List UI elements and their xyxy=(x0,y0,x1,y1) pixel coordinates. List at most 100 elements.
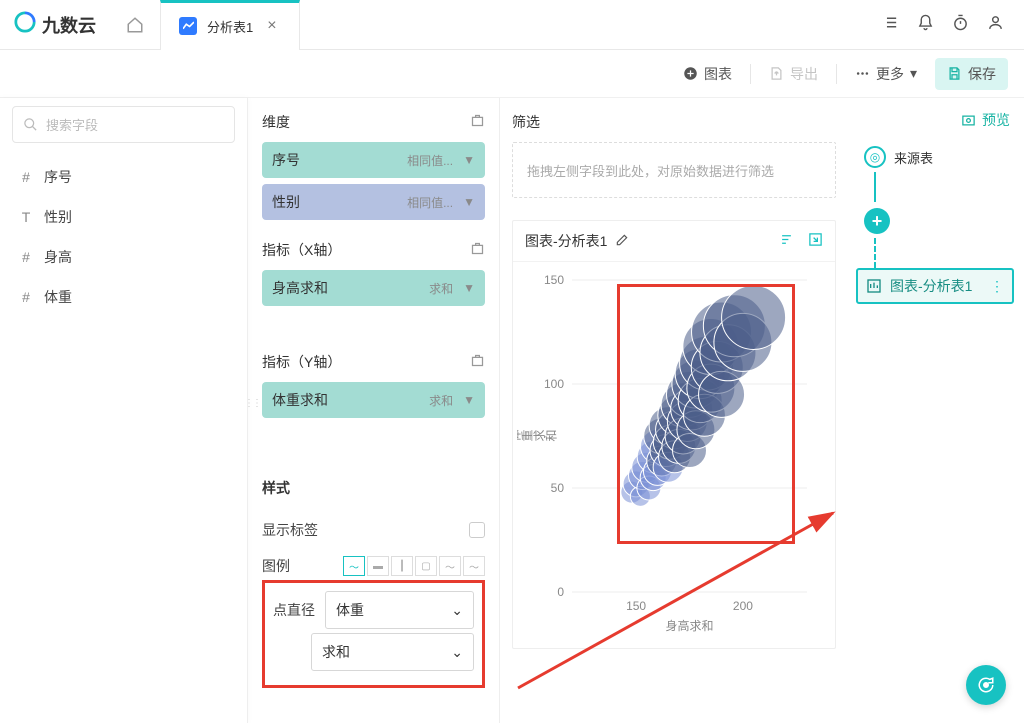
flow-connector xyxy=(874,172,876,202)
chevron-down-icon[interactable]: ▼ xyxy=(463,195,475,209)
dimension-header: 维度 xyxy=(262,112,290,132)
pill-tag: 相同值... xyxy=(407,194,453,211)
field-item[interactable]: #序号 xyxy=(12,157,235,197)
legend-opt-6[interactable]: 〜 xyxy=(463,556,485,576)
edit-icon[interactable] xyxy=(615,233,629,250)
svg-text:100: 100 xyxy=(544,377,564,391)
field-pill[interactable]: 序号 相同值... ▼ xyxy=(262,142,485,178)
tab-close-icon[interactable]: × xyxy=(263,17,280,35)
svg-text:50: 50 xyxy=(551,481,565,495)
pill-label: 序号 xyxy=(272,150,300,170)
filter-dropzone[interactable]: 拖拽左侧字段到此处，对原始数据进行筛选 xyxy=(512,142,836,198)
field-pill[interactable]: 性别 相同值... ▼ xyxy=(262,184,485,220)
add-chart-button[interactable]: 图表 xyxy=(671,58,744,90)
main-layout: 搜索字段 #序号T性别#身高#体重 ⋮⋮ 维度 序号 相同值... ▼性别 相同… xyxy=(0,98,1024,723)
svg-text:150: 150 xyxy=(626,599,646,613)
expand-icon[interactable] xyxy=(808,232,823,251)
preview-link[interactable]: 预览 xyxy=(856,106,1014,140)
radius-field-select[interactable]: 体重 ⌄ xyxy=(325,591,474,629)
svg-text:体重求和: 体重求和 xyxy=(517,429,557,443)
search-input[interactable]: 搜索字段 xyxy=(12,106,235,143)
app-logo[interactable]: 九数云 xyxy=(0,11,110,39)
stopwatch-icon[interactable] xyxy=(952,14,969,36)
flow-panel: 预览 ◎ 来源表 + 图表-分析表1 ⋮ xyxy=(848,98,1024,723)
flow-source-node[interactable]: ◎ 来源表 xyxy=(864,146,1014,168)
xaxis-header: 指标（X轴） xyxy=(262,240,341,260)
pill-label: 体重求和 xyxy=(272,390,328,410)
tab-label: 分析表1 xyxy=(207,17,253,36)
legend-opt-4[interactable]: ▢ xyxy=(415,556,437,576)
legend-opt-5[interactable]: 〜 xyxy=(439,556,461,576)
xaxis-config-icon[interactable] xyxy=(470,241,485,260)
svg-text:身高求和: 身高求和 xyxy=(665,618,713,633)
show-label-label: 显示标签 xyxy=(262,520,318,540)
pill-tag: 求和 xyxy=(429,280,453,297)
home-button[interactable] xyxy=(110,0,160,50)
scatter-plot: 050100150150200身高求和体重求和 xyxy=(517,268,817,638)
field-pill[interactable]: 身高求和 求和 ▼ xyxy=(262,270,485,306)
export-button[interactable]: 导出 xyxy=(757,58,830,90)
help-fab[interactable] xyxy=(966,665,1006,705)
add-chart-label: 图表 xyxy=(704,64,732,84)
config-panel: ⋮⋮ 维度 序号 相同值... ▼性别 相同值... ▼ 指标（X轴） 身高求和 xyxy=(248,98,500,723)
flow-chart-label: 图表-分析表1 xyxy=(890,276,972,296)
search-placeholder: 搜索字段 xyxy=(46,115,98,134)
chart-node-icon xyxy=(866,278,882,294)
chevron-down-icon: ⌄ xyxy=(451,644,463,661)
chart-card: 图表-分析表1 050100150150200身高求和体重求和 xyxy=(512,220,836,649)
chart-title: 图表-分析表1 xyxy=(525,231,607,251)
legend-opt-3[interactable]: ┃ xyxy=(391,556,413,576)
bell-icon[interactable] xyxy=(917,14,934,36)
radius-field-value: 体重 xyxy=(336,600,364,620)
field-pill[interactable]: 体重求和 求和 ▼ xyxy=(262,382,485,418)
app-name: 九数云 xyxy=(42,12,96,38)
svg-text:150: 150 xyxy=(544,273,564,287)
tab-analysis-1[interactable]: 分析表1 × xyxy=(160,0,300,50)
legend-opt-2[interactable]: ▬ xyxy=(367,556,389,576)
show-label-checkbox[interactable] xyxy=(469,522,485,538)
list-icon[interactable] xyxy=(882,14,899,36)
chevron-down-icon: ▾ xyxy=(910,65,917,82)
chart-area: 050100150150200身高求和体重求和 xyxy=(513,262,835,648)
radius-agg-select[interactable]: 求和 ⌄ xyxy=(311,633,474,671)
legend-opt-1[interactable]: 〜 xyxy=(343,556,365,576)
node-menu-icon[interactable]: ⋮ xyxy=(990,278,1004,295)
chevron-down-icon[interactable]: ▼ xyxy=(463,153,475,167)
flow-connector-dash xyxy=(874,238,876,268)
target-icon: ◎ xyxy=(864,146,886,168)
save-label: 保存 xyxy=(968,64,996,84)
yaxis-config-icon[interactable] xyxy=(470,353,485,372)
filter-placeholder: 拖拽左侧字段到此处，对原始数据进行筛选 xyxy=(527,161,774,180)
drag-handle-icon[interactable]: ⋮⋮ xyxy=(248,398,260,409)
chevron-down-icon[interactable]: ▼ xyxy=(463,393,475,407)
filter-header: 筛选 xyxy=(512,106,836,142)
dimension-config-icon[interactable] xyxy=(470,113,485,132)
save-button[interactable]: 保存 xyxy=(935,58,1008,90)
divider xyxy=(836,64,837,84)
pill-tag: 求和 xyxy=(429,392,453,409)
fields-panel: 搜索字段 #序号T性别#身高#体重 xyxy=(0,98,248,723)
preview-link-label: 预览 xyxy=(982,110,1010,130)
chevron-down-icon: ⌄ xyxy=(451,602,463,619)
add-node-button[interactable]: + xyxy=(864,208,890,234)
user-icon[interactable] xyxy=(987,14,1004,36)
logo-mark-icon xyxy=(14,11,36,39)
field-item[interactable]: T性别 xyxy=(12,197,235,237)
pill-label: 性别 xyxy=(272,192,300,212)
sort-icon[interactable] xyxy=(779,232,794,251)
more-label: 更多 xyxy=(876,64,904,84)
field-label: 身高 xyxy=(44,247,72,267)
radius-label: 点直径 xyxy=(273,600,315,620)
top-icon-group xyxy=(882,14,1024,36)
field-item[interactable]: #身高 xyxy=(12,237,235,277)
field-type-icon: # xyxy=(18,289,34,305)
chevron-down-icon[interactable]: ▼ xyxy=(463,281,475,295)
radius-agg-value: 求和 xyxy=(322,642,350,662)
flow-chart-node[interactable]: 图表-分析表1 ⋮ xyxy=(856,268,1014,304)
search-icon xyxy=(23,117,38,132)
legend-label: 图例 xyxy=(262,556,290,576)
field-type-icon: T xyxy=(18,209,34,225)
more-button[interactable]: 更多 ▾ xyxy=(843,58,929,90)
field-item[interactable]: #体重 xyxy=(12,277,235,317)
divider xyxy=(750,64,751,84)
